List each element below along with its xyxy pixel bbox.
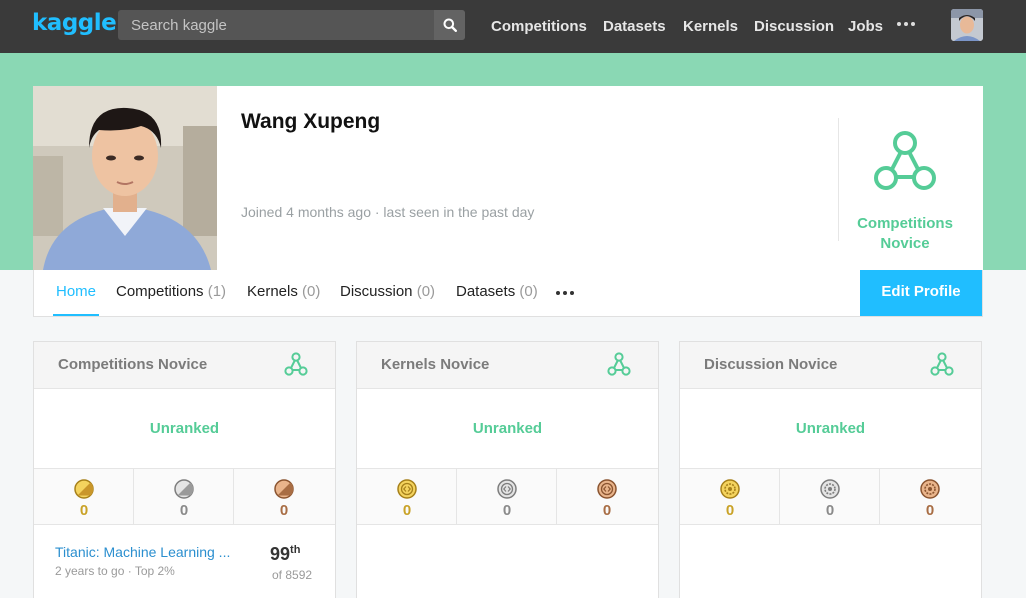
tier-label: Competitions Novice xyxy=(857,215,953,252)
kernels-tier-card: Kernels Novice Unranked 0 0 0 xyxy=(356,341,659,598)
nav-jobs[interactable]: Jobs xyxy=(848,0,883,53)
profile-card: Wang Xupeng Joined 4 months ago · last s… xyxy=(33,86,983,270)
bronze-medal-icon xyxy=(274,479,294,499)
nav-competitions[interactable]: Competitions xyxy=(491,0,587,53)
bronze-gear-medal-icon xyxy=(920,479,940,499)
bronze-medal: 0 xyxy=(557,469,657,524)
silver-medal: 0 xyxy=(134,469,234,524)
profile-name: Wang Xupeng xyxy=(241,110,381,133)
tab-datasets[interactable]: Datasets (0) xyxy=(456,270,538,316)
gold-medal-icon xyxy=(74,479,94,499)
gold-gear-medal-icon xyxy=(720,479,740,499)
search-button[interactable] xyxy=(434,10,465,40)
more-menu-icon[interactable] xyxy=(897,14,921,34)
medal-row: 0 0 0 xyxy=(680,468,981,525)
tier-triangle-icon xyxy=(284,352,308,376)
tab-home[interactable]: Home xyxy=(53,270,100,316)
divider xyxy=(838,118,839,241)
tier-triangle-icon xyxy=(930,352,954,376)
user-avatar[interactable] xyxy=(951,9,983,41)
competitions-tier-icon xyxy=(874,131,936,190)
silver-medal-icon xyxy=(174,479,194,499)
gold-medal: 0 xyxy=(680,469,780,524)
card-title: Discussion Novice xyxy=(704,356,838,373)
gold-medal: 0 xyxy=(34,469,134,524)
competition-rank: 99th xyxy=(270,544,301,564)
kaggle-logo[interactable]: kaggle xyxy=(32,10,117,36)
silver-code-medal-icon xyxy=(497,479,517,499)
search-input[interactable] xyxy=(118,10,434,40)
card-header: Kernels Novice xyxy=(357,342,658,389)
tab-competitions[interactable]: Competitions (1) xyxy=(116,270,226,316)
profile-photo xyxy=(33,86,217,270)
competition-meta: 2 years to go · Top 2% xyxy=(55,564,175,578)
nav-discussion[interactable]: Discussion xyxy=(754,0,834,53)
search-box xyxy=(118,10,465,40)
nav-datasets[interactable]: Datasets xyxy=(603,0,666,53)
bronze-medal: 0 xyxy=(234,469,334,524)
discussion-tier-card: Discussion Novice Unranked 0 0 0 xyxy=(679,341,982,598)
silver-gear-medal-icon xyxy=(820,479,840,499)
tier-triangle-icon xyxy=(607,352,631,376)
top-navbar: kaggle Competitions Datasets Kernels Dis… xyxy=(0,0,1026,53)
gold-code-medal-icon xyxy=(397,479,417,499)
card-header: Competitions Novice xyxy=(34,342,335,389)
more-tabs-icon[interactable] xyxy=(556,289,580,297)
rank-status: Unranked xyxy=(472,420,543,437)
tab-discussion[interactable]: Discussion (0) xyxy=(340,270,435,316)
profile-joined-info: Joined 4 months ago · last seen in the p… xyxy=(241,204,535,220)
rank-status: Unranked xyxy=(149,420,220,437)
card-header: Discussion Novice xyxy=(680,342,981,389)
tab-kernels[interactable]: Kernels (0) xyxy=(247,270,320,316)
medal-row: 0 0 0 xyxy=(34,468,335,525)
medal-row: 0 0 0 xyxy=(357,468,658,525)
competition-link[interactable]: Titanic: Machine Learning ... xyxy=(55,544,230,560)
search-icon xyxy=(443,18,457,32)
competition-total: of 8592 xyxy=(272,568,313,582)
card-title: Competitions Novice xyxy=(58,356,208,373)
nav-kernels[interactable]: Kernels xyxy=(683,0,738,53)
rank-status: Unranked xyxy=(795,420,866,437)
gold-medal: 0 xyxy=(357,469,457,524)
silver-medal: 0 xyxy=(780,469,880,524)
profile-tabs: Home Competitions (1) Kernels (0) Discus… xyxy=(33,270,983,317)
edit-profile-button[interactable]: Edit Profile xyxy=(860,270,982,316)
competitions-tier-card: Competitions Novice Unranked 0 0 0 Titan… xyxy=(33,341,336,598)
silver-medal: 0 xyxy=(457,469,557,524)
bronze-code-medal-icon xyxy=(597,479,617,499)
card-title: Kernels Novice xyxy=(381,356,490,373)
bronze-medal: 0 xyxy=(880,469,980,524)
